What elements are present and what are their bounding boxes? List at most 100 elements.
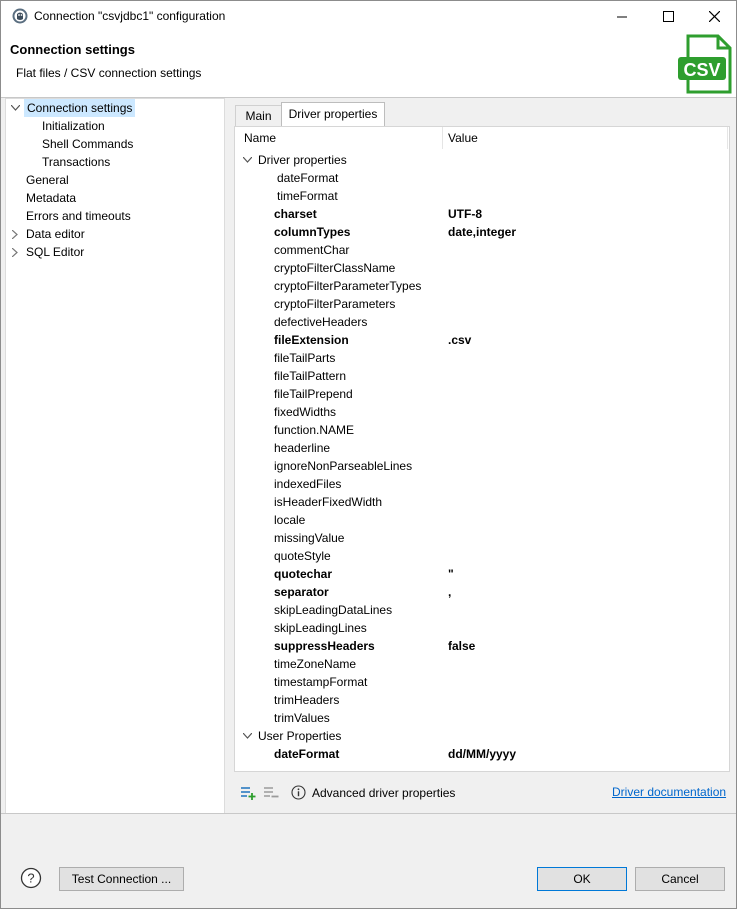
table-row[interactable]: ignoreNonParseableLines	[235, 457, 729, 475]
property-group-row[interactable]: Driver properties	[235, 151, 729, 169]
table-row[interactable]: function.NAME	[235, 421, 729, 439]
property-name: ignoreNonParseableLines	[274, 459, 413, 473]
dialog-window: Connection "csvjdbc1" configuration Conn…	[0, 0, 737, 909]
chevron-down-icon[interactable]	[241, 727, 253, 745]
footer-divider	[1, 813, 736, 814]
column-divider[interactable]	[727, 127, 728, 149]
title-bar: Connection "csvjdbc1" configuration	[1, 1, 736, 32]
table-row[interactable]: fileTailPattern	[235, 367, 729, 385]
property-name: cryptoFilterParameterTypes	[274, 279, 422, 293]
property-name: fileTailPattern	[274, 369, 347, 383]
table-row[interactable]: timeZoneName	[235, 655, 729, 673]
nav-item-connection-settings[interactable]: Connection settings	[24, 99, 136, 117]
table-row[interactable]: indexedFiles	[235, 475, 729, 493]
chevron-down-icon[interactable]	[241, 151, 253, 169]
property-value[interactable]: UTF-8	[448, 205, 482, 223]
nav-item-metadata[interactable]: Metadata	[26, 189, 76, 207]
maximize-button[interactable]	[645, 1, 691, 32]
table-row[interactable]: missingValue	[235, 529, 729, 547]
nav-item-data-editor[interactable]: Data editor	[26, 225, 85, 243]
property-name: commentChar	[274, 243, 350, 257]
property-name: headerline	[274, 441, 331, 455]
property-name: columnTypes	[274, 225, 351, 239]
column-divider[interactable]	[442, 127, 443, 149]
window-title: Connection "csvjdbc1" configuration	[34, 9, 226, 23]
cancel-button[interactable]: Cancel	[635, 867, 725, 891]
property-value[interactable]: dd/MM/yyyy	[448, 745, 516, 763]
nav-item-shell-commands[interactable]: Shell Commands	[42, 135, 133, 153]
chevron-right-icon[interactable]	[10, 243, 20, 261]
property-name: fileTailPrepend	[274, 387, 353, 401]
property-value[interactable]: false	[448, 637, 475, 655]
properties-toolbar: Advanced driver properties Driver docume…	[234, 781, 728, 805]
table-row[interactable]: dateFormat dd/MM/yyyy	[235, 745, 729, 763]
table-row[interactable]: trimHeaders	[235, 691, 729, 709]
nav-item-transactions[interactable]: Transactions	[42, 153, 110, 171]
table-row[interactable]: quoteStyle	[235, 547, 729, 565]
table-row[interactable]: fileTailParts	[235, 349, 729, 367]
close-button[interactable]	[691, 1, 737, 32]
remove-property-icon[interactable]	[263, 785, 279, 801]
property-value[interactable]: "	[448, 565, 454, 583]
table-row[interactable]: isHeaderFixedWidth	[235, 493, 729, 511]
nav-item-general[interactable]: General	[26, 171, 69, 189]
advanced-properties-label: Advanced driver properties	[312, 786, 456, 800]
property-value[interactable]: .csv	[448, 331, 471, 349]
property-name: isHeaderFixedWidth	[274, 495, 383, 509]
property-name: timeZoneName	[274, 657, 357, 671]
table-row[interactable]: fileExtension .csv	[235, 331, 729, 349]
close-icon	[708, 11, 720, 22]
minimize-button[interactable]	[599, 1, 645, 32]
table-row[interactable]: charset UTF-8	[235, 205, 729, 223]
add-property-icon[interactable]	[240, 785, 256, 801]
table-row[interactable]: skipLeadingLines	[235, 619, 729, 637]
table-row[interactable]: defectiveHeaders	[235, 313, 729, 331]
table-row[interactable]: commentChar	[235, 241, 729, 259]
page-subtitle: Flat files / CSV connection settings	[16, 66, 202, 80]
table-row[interactable]: skipLeadingDataLines	[235, 601, 729, 619]
table-row[interactable]: separator,	[235, 583, 729, 601]
maximize-icon	[662, 11, 674, 22]
property-name: quotechar	[274, 567, 333, 581]
table-row[interactable]: cryptoFilterParameters	[235, 295, 729, 313]
help-icon[interactable]: ?	[20, 867, 42, 889]
ok-button[interactable]: OK	[537, 867, 627, 891]
nav-item-sql-editor[interactable]: SQL Editor	[26, 243, 84, 261]
table-row[interactable]: trimValues	[235, 709, 729, 727]
tab-main[interactable]: Main	[235, 105, 282, 126]
table-row[interactable]: suppressHeaders false	[235, 637, 729, 655]
table-row[interactable]: headerline	[235, 439, 729, 457]
chevron-down-icon[interactable]	[10, 99, 20, 117]
property-group-label: User Properties	[258, 729, 342, 743]
svg-text:?: ?	[27, 871, 34, 886]
table-row[interactable]: timestampFormat	[235, 673, 729, 691]
test-connection-button[interactable]: Test Connection ...	[59, 867, 184, 891]
settings-nav-tree: Connection settings Initialization Shell…	[5, 98, 225, 814]
table-row[interactable]: fixedWidths	[235, 403, 729, 421]
minimize-icon	[616, 16, 627, 18]
table-row[interactable]: fileTailPrepend	[235, 385, 729, 403]
nav-item-initialization[interactable]: Initialization	[42, 117, 105, 135]
table-row[interactable]: timeFormat	[235, 187, 729, 205]
property-value[interactable]: date,integer	[448, 223, 516, 241]
nav-item-errors-timeouts[interactable]: Errors and timeouts	[26, 207, 131, 225]
property-value[interactable]: ,	[448, 583, 451, 601]
column-header-value[interactable]: Value	[448, 131, 478, 145]
chevron-right-icon[interactable]	[10, 225, 20, 243]
csv-file-icon: CSV	[678, 34, 732, 94]
table-row[interactable]: dateFormat	[235, 169, 729, 187]
driver-documentation-link[interactable]: Driver documentation	[612, 785, 726, 799]
property-name: defectiveHeaders	[274, 315, 368, 329]
column-header-name[interactable]: Name	[244, 131, 276, 145]
tab-driver-properties[interactable]: Driver properties	[281, 102, 385, 127]
property-name: cryptoFilterClassName	[274, 261, 396, 275]
dialog-header: Connection settings Flat files / CSV con…	[1, 32, 736, 98]
table-row[interactable]: quotechar "	[235, 565, 729, 583]
property-group-row[interactable]: User Properties	[235, 727, 729, 745]
table-row[interactable]: locale	[235, 511, 729, 529]
table-row[interactable]: columnTypes date,integer	[235, 223, 729, 241]
table-row[interactable]: cryptoFilterParameterTypes	[235, 277, 729, 295]
property-name: missingValue	[274, 531, 345, 545]
table-row[interactable]: cryptoFilterClassName	[235, 259, 729, 277]
property-name: separator	[274, 585, 329, 599]
